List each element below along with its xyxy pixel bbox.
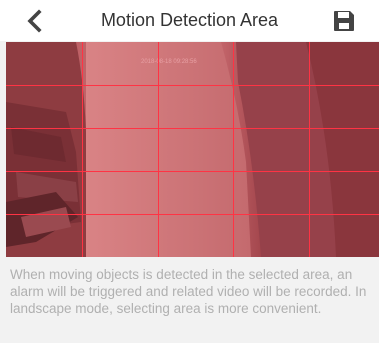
detection-grid[interactable] bbox=[6, 42, 379, 257]
navigation-bar: Motion Detection Area bbox=[0, 0, 379, 41]
camera-preview: 2018-08-18 09:28:56 bbox=[6, 42, 379, 257]
floppy-disk-icon bbox=[334, 11, 354, 31]
chevron-left-icon bbox=[27, 9, 42, 33]
instruction-text: When moving objects is detected in the s… bbox=[10, 267, 367, 316]
back-button[interactable] bbox=[22, 8, 50, 34]
page-title: Motion Detection Area bbox=[100, 10, 279, 30]
save-button[interactable] bbox=[331, 8, 357, 34]
motion-detection-screen: Motion Detection Area 2018-08-18 09:28:5… bbox=[0, 0, 379, 343]
grid-lines bbox=[6, 42, 379, 257]
